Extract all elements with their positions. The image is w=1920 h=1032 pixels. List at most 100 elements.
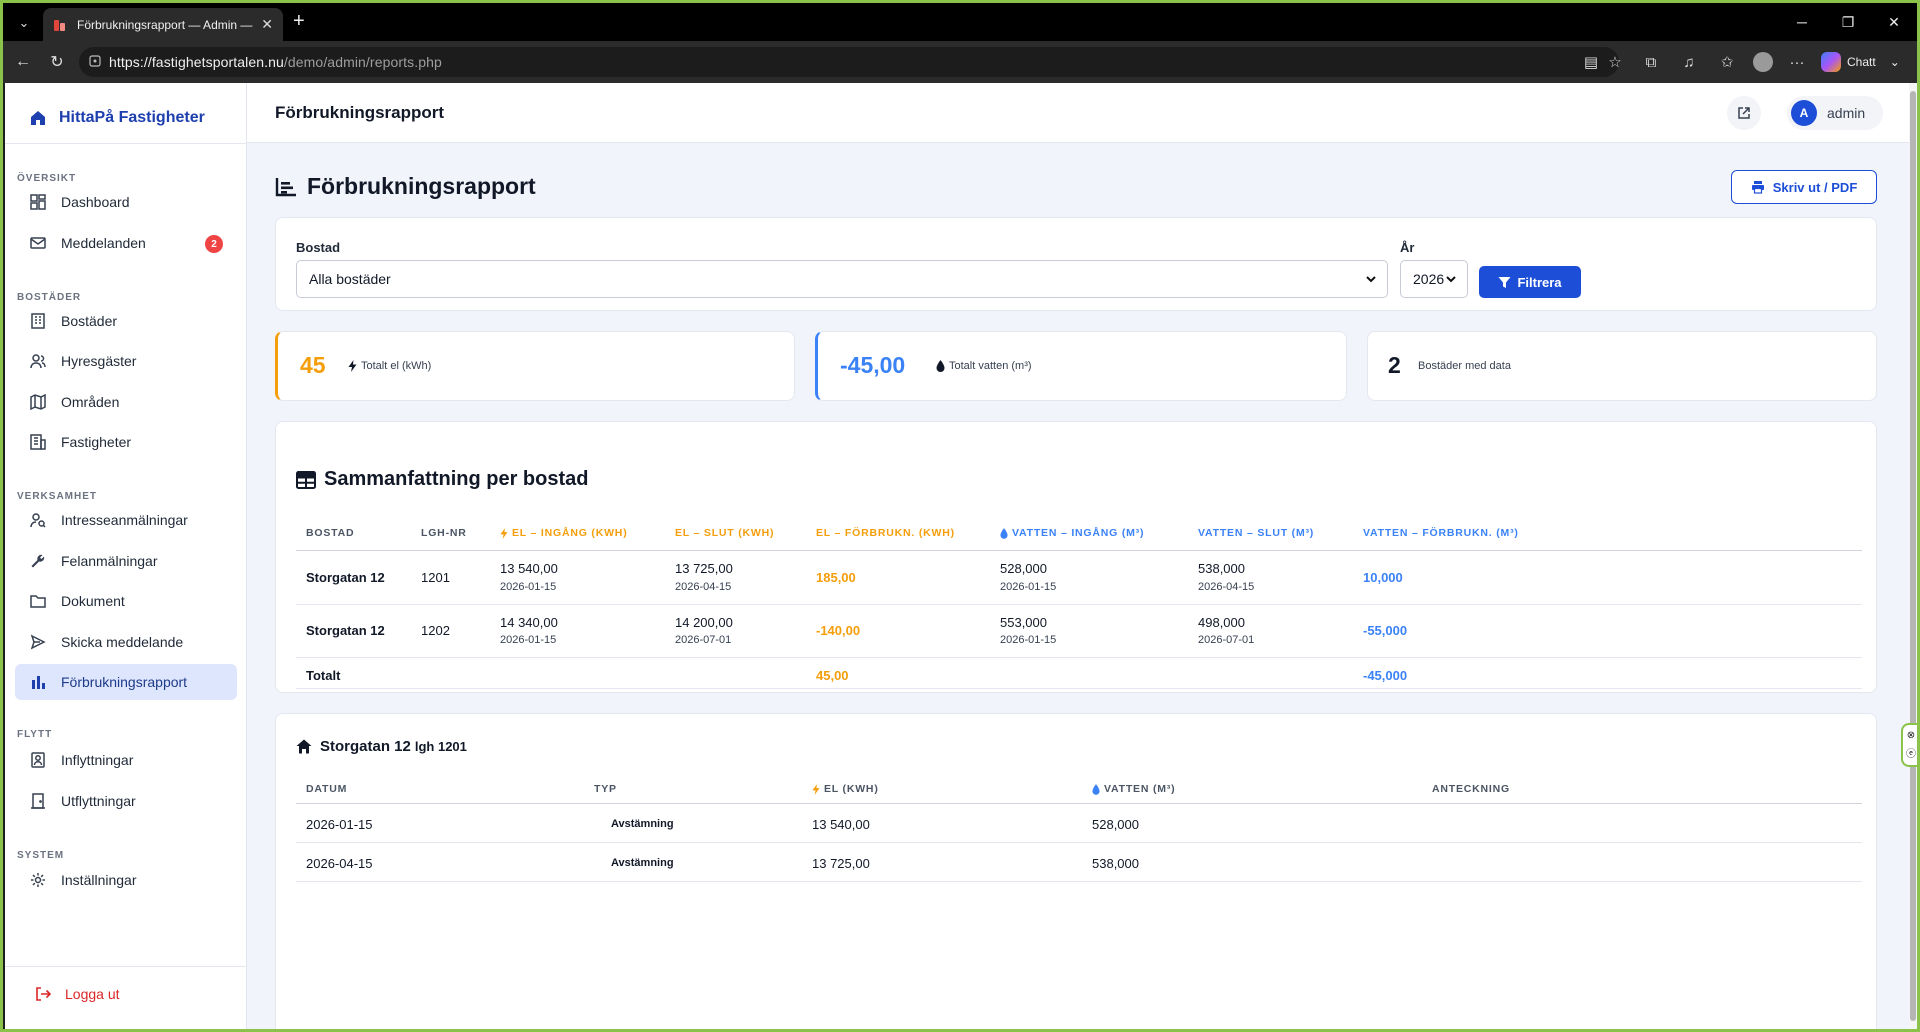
page-viewport: HittaPå Fastigheter ÖVERSIKT Dashboard M…	[5, 83, 1909, 1029]
total-el: 45,00	[816, 668, 849, 683]
extensions-icon[interactable]: ⧉	[1639, 50, 1663, 74]
stat-label-text: Bostäder med data	[1418, 360, 1511, 372]
divider	[5, 966, 247, 967]
map-icon	[29, 393, 47, 411]
sidebar-item-tenants[interactable]: Hyresgäster	[15, 343, 237, 379]
summary-title-text: Sammanfattning per bostad	[324, 468, 589, 490]
cell-el-in: 13 540,00	[500, 561, 558, 576]
cell-water-in: 553,000	[1000, 615, 1047, 630]
sidebar-item-messages[interactable]: Meddelanden 2	[15, 225, 237, 261]
cell-water-out: 498,000	[1198, 615, 1245, 630]
sidebar-item-label: Inställningar	[61, 872, 137, 888]
cell-water-in: 528,000	[1000, 561, 1047, 576]
column-header: VATTEN (M³)	[1092, 783, 1175, 795]
sidebar-item-areas[interactable]: Områden	[15, 384, 237, 420]
url-field[interactable]: https://fastighetsportalen.nu/demo/admin…	[79, 47, 1619, 77]
sidebar-item-buildings[interactable]: Fastigheter	[15, 424, 237, 460]
more-menu-icon[interactable]: ···	[1785, 50, 1809, 74]
sidebar-item-settings[interactable]: Inställningar	[15, 862, 237, 898]
chevron-down-icon: ⌄	[1889, 55, 1900, 69]
scrollbar-thumb[interactable]	[1910, 91, 1916, 1021]
summary-title: Sammanfattning per bostad	[296, 468, 588, 491]
open-site-button[interactable]	[1727, 96, 1761, 130]
detail-title-text: Storgatan 12	[320, 738, 411, 755]
user-menu[interactable]: A admin	[1787, 96, 1883, 130]
sidebar-item-dashboard[interactable]: Dashboard	[15, 184, 237, 220]
favorite-star-icon[interactable]: ☆	[1603, 50, 1627, 74]
back-icon[interactable]: ←	[11, 50, 35, 74]
sidebar-item-fault-reports[interactable]: Felanmälningar	[15, 543, 237, 579]
water-drop-icon	[1000, 527, 1008, 539]
restore-button[interactable]: ❐	[1825, 3, 1871, 41]
year-select[interactable]: 2026	[1400, 260, 1468, 298]
close-tab-icon[interactable]: ✕	[261, 16, 273, 33]
tab-list-button[interactable]: ⌄	[11, 11, 37, 35]
sidebar-item-units[interactable]: Bostäder	[15, 303, 237, 339]
sidebar-item-label: Meddelanden	[61, 235, 146, 251]
cell-type: Avstämning	[611, 818, 674, 830]
printer-icon	[1751, 181, 1764, 194]
lightning-icon	[348, 360, 357, 372]
tab-bar: ⌄ Förbrukningsrapport — Admin — ✕ + ─ ❐ …	[3, 3, 1917, 41]
table-icon	[296, 470, 316, 489]
user-search-icon	[29, 511, 47, 529]
sidebar-item-move-ins[interactable]: Inflyttningar	[15, 742, 237, 778]
sidebar-item-label: Områden	[61, 394, 120, 410]
cell-water-in-date: 2026-01-15	[1000, 634, 1057, 646]
print-pdf-button[interactable]: Skriv ut / PDF	[1731, 170, 1877, 204]
divider	[296, 657, 1862, 658]
cell-water: 538,000	[1092, 856, 1139, 871]
user-name: admin	[1827, 105, 1866, 121]
lightning-icon	[500, 527, 508, 539]
sidebar-item-label: Felanmälningar	[61, 553, 158, 569]
year-filter-label: År	[1400, 240, 1415, 255]
sidebar-item-label: Intresseanmälningar	[61, 512, 188, 528]
cell-el-out-date: 2026-04-15	[675, 581, 732, 593]
unit-select[interactable]: Alla bostäder	[296, 260, 1388, 298]
profile-avatar[interactable]	[1753, 52, 1773, 72]
sidebar-item-documents[interactable]: Dokument	[15, 583, 237, 619]
reload-icon[interactable]: ↻	[45, 50, 69, 74]
reader-mode-icon[interactable]: ▤	[1579, 50, 1603, 74]
cell-date: 2026-04-15	[306, 856, 373, 871]
browser-essentials-icon[interactable]: ♫	[1677, 50, 1701, 74]
filter-button[interactable]: Filtrera	[1479, 266, 1581, 298]
close-window-button[interactable]: ✕	[1871, 3, 1917, 41]
cell-water-out-date: 2026-07-01	[1198, 634, 1255, 646]
sidebar-item-interest[interactable]: Intresseanmälningar	[15, 502, 237, 538]
home-icon	[31, 111, 45, 125]
column-header: VATTEN – FÖRBRUKN. (M³)	[1363, 527, 1519, 539]
stat-label-text: Totalt el (kWh)	[361, 360, 432, 372]
browser-window: ⌄ Förbrukningsrapport — Admin — ✕ + ─ ❐ …	[0, 0, 1920, 1032]
summary-card: Sammanfattning per bostad BOSTAD LGH-NR …	[275, 421, 1877, 693]
new-tab-button[interactable]: +	[293, 11, 305, 31]
copilot-button[interactable]: Chatt ⌄	[1821, 49, 1900, 75]
sidebar-item-label: Skicka meddelande	[61, 634, 184, 650]
page-scrollbar[interactable]	[1909, 83, 1917, 1029]
cell-el: 13 540,00	[812, 817, 870, 832]
send-icon	[29, 633, 47, 651]
sidebar-item-label: Fastigheter	[61, 434, 132, 450]
sidebar-item-send-message[interactable]: Skicka meddelande	[15, 624, 237, 660]
brand-link[interactable]: HittaPå Fastigheter	[29, 103, 205, 133]
site-info-icon[interactable]	[89, 54, 101, 70]
cell-unit: Storgatan 12	[306, 623, 385, 638]
browser-tab[interactable]: Förbrukningsrapport — Admin — ✕	[43, 8, 283, 41]
column-header: EL (KWH)	[812, 783, 879, 795]
grid-icon	[29, 193, 47, 211]
stat-card-electricity: 45 Totalt el (kWh)	[275, 331, 795, 401]
side-widget[interactable]: ⊗ ⓔ	[1901, 723, 1917, 767]
minimize-button[interactable]: ─	[1779, 3, 1825, 41]
sidebar-item-consumption-report[interactable]: Förbrukningsrapport	[15, 664, 237, 700]
logout-label: Logga ut	[65, 986, 120, 1002]
close-icon[interactable]: ⊗	[1907, 730, 1915, 741]
favorites-icon[interactable]: ✩	[1715, 50, 1739, 74]
stat-label: Totalt el (kWh)	[348, 360, 431, 372]
extension-icon[interactable]: ⓔ	[1906, 745, 1916, 760]
logout-icon	[36, 987, 51, 1001]
logout-button[interactable]: Logga ut	[35, 986, 120, 1002]
stat-card-units: 2 Bostäder med data	[1367, 331, 1877, 401]
sidebar-item-move-outs[interactable]: Utflyttningar	[15, 783, 237, 819]
header-title: Förbrukningsrapport	[275, 103, 445, 122]
column-header: BOSTAD	[306, 527, 355, 539]
